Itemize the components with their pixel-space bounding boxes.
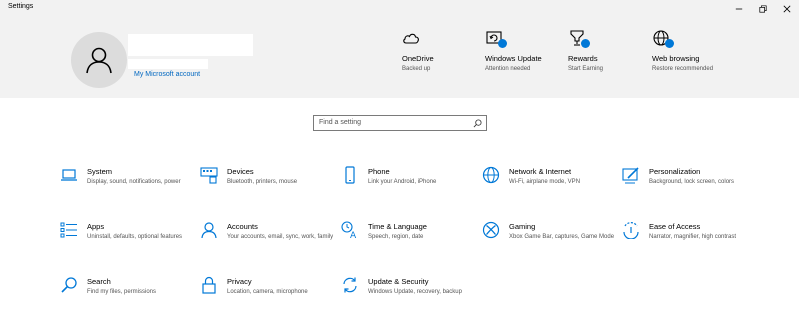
account-email-redacted [128,59,208,69]
category-description: Bluetooth, printers, mouse [227,179,298,185]
category-description: Xbox Game Bar, captures, Game Mode [509,234,615,240]
category-description: Background, lock screen, colors [649,179,735,185]
paintbrush-icon [622,167,639,184]
category-title: Accounts [227,222,258,231]
category-title: Update & Security [368,277,429,286]
account-name-redacted [128,34,253,56]
restore-icon [759,4,767,13]
close-button[interactable] [776,0,798,17]
category-network-internet[interactable]: Network & Internet Wi-Fi, airplane mode,… [482,166,612,206]
notification-badge-icon [581,39,590,48]
quick-link-title: Web browsing [652,54,700,63]
quick-link-onedrive[interactable]: OneDrive Backed up [402,29,492,73]
quick-link-status: Backed up [402,66,431,72]
category-system[interactable]: System Display, sound, notifications, po… [60,166,190,206]
laptop-icon [61,169,77,181]
category-title: System [87,167,113,176]
category-title: Apps [87,222,105,231]
search-input[interactable]: Find a setting [313,115,487,131]
search-icon [473,119,482,128]
restore-button[interactable] [752,0,774,17]
category-title: Privacy [227,277,252,286]
xbox-icon [482,221,500,239]
quick-link-status: Start Earning [568,66,604,72]
category-title: Personalization [649,167,701,176]
person-icon [201,222,217,239]
category-description: Speech, region, date [368,234,424,240]
category-title: Time & Language [368,222,427,231]
quick-link-title: Rewards [568,54,598,63]
category-description: Location, camera, microphone [227,289,308,295]
globe-icon [482,166,500,184]
category-description: Display, sound, notifications, power [87,179,181,185]
category-description: Find my files, permissions [87,289,157,295]
category-description: Uninstall, defaults, optional features [87,234,183,240]
quick-link-title: OneDrive [402,54,434,63]
lock-icon [202,276,216,294]
category-title: Devices [227,167,254,176]
category-time-language[interactable]: A Time & Language Speech, region, date [341,221,471,261]
apps-list-icon [60,222,77,238]
category-accounts[interactable]: Accounts Your accounts, email, sync, wor… [200,221,333,261]
category-description: Wi-Fi, airplane mode, VPN [509,179,581,185]
category-search[interactable]: Search Find my files, permissions [60,276,190,316]
avatar[interactable] [71,32,127,88]
category-description: Windows Update, recovery, backup [368,289,462,295]
close-icon [783,5,791,12]
title-bar: Settings [0,0,799,17]
category-gaming[interactable]: Gaming Xbox Game Bar, captures, Game Mod… [482,221,614,261]
minimize-button[interactable] [728,0,750,17]
phone-icon [345,166,355,184]
category-title: Phone [368,167,390,176]
category-title: Ease of Access [649,222,701,231]
keyboard-devices-icon [200,167,218,184]
cloud-icon [403,33,419,44]
svg-text:A: A [350,231,357,239]
quick-link-title: Windows Update [485,54,542,63]
category-devices[interactable]: Devices Bluetooth, printers, mouse [200,166,330,206]
window-title: Settings [8,3,34,10]
quick-link-windows-update[interactable]: Windows Update Attention needed [485,29,575,73]
category-description: Link your Android, iPhone [368,179,437,185]
category-update-security[interactable]: Update & Security Windows Update, recove… [341,276,471,316]
person-icon [86,47,112,74]
quick-link-web-browsing[interactable]: Web browsing Restore recommended [652,29,742,73]
category-description: Narrator, magnifier, high contrast [649,234,737,240]
category-description: Your accounts, email, sync, work, family [227,234,334,240]
sync-arrows-icon [343,277,357,293]
notification-badge-icon [498,39,507,48]
category-personalization[interactable]: Personalization Background, lock screen,… [622,166,752,206]
quick-link-rewards[interactable]: Rewards Start Earning [568,29,658,73]
minimize-icon [735,8,743,9]
category-title: Network & Internet [509,167,572,176]
search-placeholder: Find a setting [319,119,362,126]
category-ease-of-access[interactable]: Ease of Access Narrator, magnifier, high… [622,221,752,261]
notification-badge-icon [665,39,674,48]
category-privacy[interactable]: Privacy Location, camera, microphone [200,276,330,316]
my-microsoft-account-link[interactable]: My Microsoft account [134,71,200,78]
ease-of-access-icon [623,222,639,240]
quick-link-status: Restore recommended [652,66,714,72]
search-icon [61,277,77,293]
category-apps[interactable]: Apps Uninstall, defaults, optional featu… [60,221,190,261]
category-phone[interactable]: Phone Link your Android, iPhone [341,166,471,206]
category-title: Search [87,277,111,286]
account-header: My Microsoft account OneDrive Backed up … [0,17,799,98]
time-language-icon: A [341,221,357,241]
quick-link-status: Attention needed [485,66,531,72]
category-title: Gaming [509,222,536,231]
